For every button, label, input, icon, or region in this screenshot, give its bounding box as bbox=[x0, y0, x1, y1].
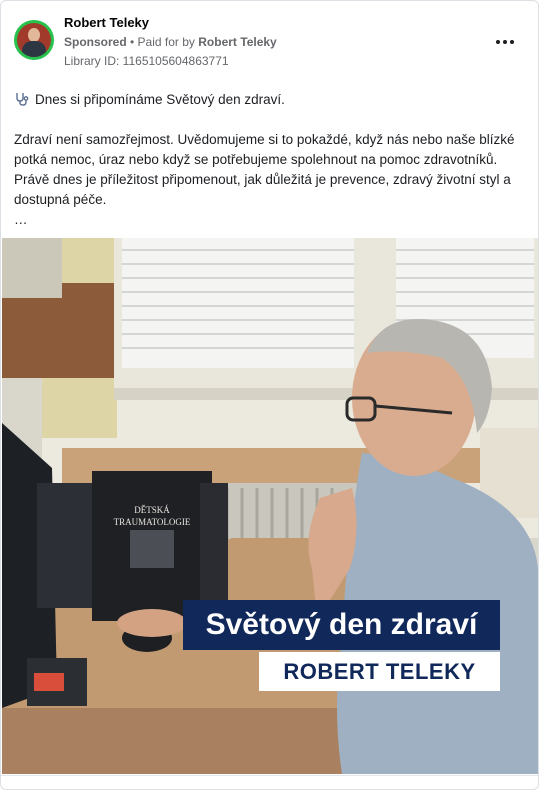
avatar[interactable] bbox=[14, 20, 54, 60]
author-name[interactable]: Robert Teleky bbox=[64, 15, 149, 30]
ad-post-card: Robert Teleky Sponsored • Paid for by Ro… bbox=[0, 0, 539, 790]
divider bbox=[1, 775, 538, 776]
post-text: Dnes si připomínáme Světový den zdraví. … bbox=[14, 90, 529, 230]
sponsored-label: Sponsored bbox=[64, 35, 127, 49]
avatar-photo bbox=[17, 23, 51, 57]
sponsored-line: Sponsored • Paid for by Robert Teleky bbox=[64, 35, 277, 49]
banner-title: Světový den zdraví bbox=[183, 600, 500, 650]
post-paragraph: Zdraví není samozřejmost. Uvědomujeme si… bbox=[14, 132, 515, 207]
ellipsis-icon[interactable] bbox=[496, 37, 518, 47]
paid-for-name[interactable]: Robert Teleky bbox=[198, 35, 276, 49]
paid-for-prefix: • Paid for by bbox=[130, 35, 195, 49]
book-title-line1: DĚTSKÁ bbox=[134, 505, 170, 515]
post-image[interactable]: DĚTSKÁ TRAUMATOLOGIE bbox=[2, 238, 538, 774]
see-more[interactable]: … bbox=[14, 210, 529, 230]
post-line-1: Dnes si připomínáme Světový den zdraví. bbox=[14, 90, 529, 110]
book-title-line2: TRAUMATOLOGIE bbox=[114, 517, 191, 527]
library-id: Library ID: 1165105604863771 bbox=[64, 54, 229, 68]
stethoscope-icon bbox=[16, 93, 29, 106]
banner-name: ROBERT TELEKY bbox=[259, 652, 500, 691]
